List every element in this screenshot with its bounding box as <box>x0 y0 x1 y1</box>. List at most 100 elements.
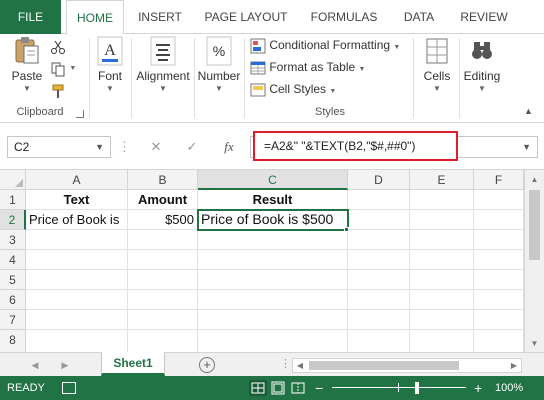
horizontal-scroll-thumb[interactable] <box>309 361 459 370</box>
cell-d2[interactable] <box>348 210 410 230</box>
grid-cell[interactable] <box>198 290 348 310</box>
conditional-formatting-button[interactable]: Conditional Formatting ▼ <box>250 35 400 55</box>
grid-cell[interactable] <box>348 250 410 270</box>
cell-f2[interactable] <box>474 210 524 230</box>
grid-cell[interactable] <box>410 330 474 353</box>
cell-b1[interactable]: Amount <box>128 190 198 210</box>
normal-view-button[interactable] <box>249 380 267 396</box>
scroll-down-icon[interactable]: ▼ <box>525 336 544 352</box>
grid-cell[interactable] <box>410 250 474 270</box>
cell-c1[interactable]: Result <box>198 190 348 210</box>
vertical-scrollbar[interactable]: ▲ ▼ <box>524 170 544 353</box>
grid-cell[interactable] <box>348 330 410 353</box>
cell-e1[interactable] <box>410 190 474 210</box>
format-painter-button[interactable] <box>50 80 66 100</box>
number-button[interactable]: % Number ▼ <box>196 36 242 93</box>
grid-cell[interactable] <box>128 290 198 310</box>
grid-cell[interactable] <box>348 290 410 310</box>
zoom-level[interactable]: 100% <box>495 376 523 400</box>
grid-cell[interactable] <box>474 270 524 290</box>
row-header-6[interactable]: 6 <box>0 290 26 310</box>
sheet-tab-sheet1[interactable]: Sheet1 <box>101 352 165 376</box>
grid-cell[interactable] <box>26 330 128 353</box>
grid-cell[interactable] <box>410 290 474 310</box>
chevron-down-icon[interactable]: ▼ <box>8 84 46 93</box>
zoom-slider[interactable] <box>332 387 466 388</box>
fill-handle[interactable] <box>344 227 349 232</box>
column-header-b[interactable]: B <box>128 170 198 190</box>
grid-cell[interactable] <box>198 310 348 330</box>
collapse-ribbon-icon[interactable]: ▲ <box>524 106 533 116</box>
cell-b2[interactable]: $500 <box>128 210 198 230</box>
format-as-table-button[interactable]: Format as Table ▼ <box>250 57 365 77</box>
page-break-view-button[interactable] <box>289 380 307 396</box>
column-header-c[interactable]: C <box>198 170 348 190</box>
row-header-4[interactable]: 4 <box>0 250 26 270</box>
zoom-in-button[interactable]: + <box>474 376 482 400</box>
grid-cell[interactable] <box>26 270 128 290</box>
grid-cell[interactable] <box>26 290 128 310</box>
sheet-prev-icon[interactable]: ◀ <box>28 353 42 377</box>
grid-cell[interactable] <box>26 310 128 330</box>
grid-cell[interactable] <box>128 230 198 250</box>
grid-cell[interactable] <box>474 230 524 250</box>
grid-cell[interactable] <box>26 250 128 270</box>
scroll-right-icon[interactable]: ▶ <box>507 359 521 372</box>
tab-split-grip[interactable]: ⋮ <box>280 357 291 370</box>
cell-c2[interactable]: Price of Book is $500 <box>197 209 349 231</box>
cell-f1[interactable] <box>474 190 524 210</box>
cell-a2[interactable]: Price of Book is <box>26 210 128 230</box>
scroll-left-icon[interactable]: ◀ <box>293 359 307 372</box>
row-header-5[interactable]: 5 <box>0 270 26 290</box>
row-header-3[interactable]: 3 <box>0 230 26 250</box>
grid-cell[interactable] <box>198 250 348 270</box>
grid-cell[interactable] <box>348 270 410 290</box>
grid-cell[interactable] <box>198 330 348 353</box>
row-header-1[interactable]: 1 <box>0 190 26 210</box>
horizontal-scrollbar[interactable]: ◀ ▶ <box>292 358 522 373</box>
row-header-8[interactable]: 8 <box>0 330 26 353</box>
grid-cell[interactable] <box>198 270 348 290</box>
grid-cell[interactable] <box>474 290 524 310</box>
chevron-down-icon[interactable]: ▼ <box>522 137 531 157</box>
tab-insert[interactable]: INSERT <box>128 0 192 34</box>
grid-cell[interactable] <box>198 230 348 250</box>
grid-cell[interactable] <box>410 270 474 290</box>
chevron-down-icon[interactable]: ▼ <box>69 59 76 79</box>
tab-page-layout[interactable]: PAGE LAYOUT <box>196 0 296 34</box>
vertical-scroll-thumb[interactable] <box>529 190 540 260</box>
grid-cell[interactable] <box>410 230 474 250</box>
alignment-button[interactable]: Alignment ▼ <box>132 36 194 93</box>
editing-button[interactable]: Editing ▼ <box>460 36 504 93</box>
row-header-7[interactable]: 7 <box>0 310 26 330</box>
formula-input[interactable]: =A2&" "&TEXT(B2,"$#,##0") <box>253 131 458 161</box>
grid-cell[interactable] <box>128 330 198 353</box>
grid-cell[interactable] <box>348 230 410 250</box>
macro-recording-icon[interactable] <box>62 382 76 394</box>
page-layout-view-button[interactable] <box>269 380 287 396</box>
add-sheet-icon[interactable]: + <box>199 357 215 373</box>
grid-cell[interactable] <box>128 250 198 270</box>
tab-home[interactable]: HOME <box>66 0 124 35</box>
tab-file[interactable]: FILE <box>0 0 61 34</box>
zoom-out-button[interactable]: − <box>315 376 323 400</box>
column-header-e[interactable]: E <box>410 170 474 190</box>
cell-a1[interactable]: Text <box>26 190 128 210</box>
grid-cell[interactable] <box>474 330 524 353</box>
cells-button[interactable]: Cells ▼ <box>418 36 456 93</box>
cut-button[interactable] <box>50 36 66 56</box>
grid-cell[interactable] <box>474 310 524 330</box>
column-header-d[interactable]: D <box>348 170 410 190</box>
zoom-slider-thumb[interactable] <box>415 382 419 394</box>
cell-styles-button[interactable]: Cell Styles ▼ <box>250 79 336 99</box>
grid-cell[interactable] <box>348 310 410 330</box>
cancel-icon[interactable]: ✕ <box>146 136 166 158</box>
tab-data[interactable]: DATA <box>392 0 446 34</box>
scroll-up-icon[interactable]: ▲ <box>525 172 544 188</box>
font-button[interactable]: A Font ▼ <box>92 36 128 93</box>
clipboard-launcher-icon[interactable] <box>76 110 84 118</box>
tab-review[interactable]: REVIEW <box>450 0 518 34</box>
tab-formulas[interactable]: FORMULAS <box>300 0 388 34</box>
paste-button[interactable]: Paste ▼ <box>8 36 46 93</box>
grid-cell[interactable] <box>128 310 198 330</box>
